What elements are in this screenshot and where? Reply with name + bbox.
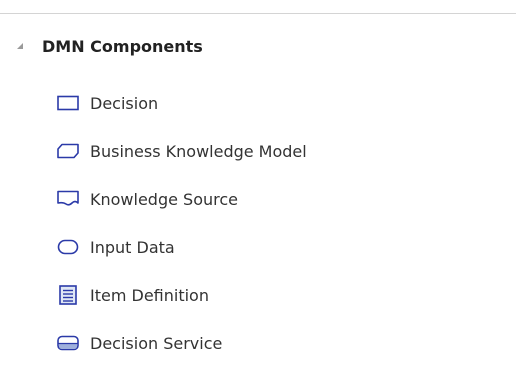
group-header-dmn-components[interactable]: DMN Components	[14, 30, 203, 62]
item-label: Decision	[90, 93, 159, 113]
item-label: Business Knowledge Model	[90, 141, 307, 161]
business-knowledge-model-icon	[56, 139, 80, 163]
toolbox-item-decision-service[interactable]: Decision Service	[56, 324, 307, 362]
top-divider	[0, 13, 516, 14]
toolbox-item-item-definition[interactable]: Item Definition	[56, 276, 307, 314]
decision-icon	[56, 91, 80, 115]
group-title: DMN Components	[42, 36, 203, 56]
toolbox-item-list: Decision Business Knowledge Model Knowle…	[56, 84, 307, 367]
toolbox-item-decision[interactable]: Decision	[56, 84, 307, 122]
toolbox-item-business-knowledge-model[interactable]: Business Knowledge Model	[56, 132, 307, 170]
item-label: Decision Service	[90, 333, 223, 353]
item-definition-icon	[56, 283, 80, 307]
input-data-icon	[56, 235, 80, 259]
knowledge-source-icon	[56, 187, 80, 211]
collapse-triangle-icon[interactable]	[14, 40, 26, 52]
toolbox-item-knowledge-source[interactable]: Knowledge Source	[56, 180, 307, 218]
item-label: Input Data	[90, 237, 175, 257]
item-label: Item Definition	[90, 285, 209, 305]
toolbox-panel: DMN Components Decision Business Knowled…	[0, 0, 516, 367]
item-label: Knowledge Source	[90, 189, 238, 209]
toolbox-item-input-data[interactable]: Input Data	[56, 228, 307, 266]
decision-service-icon	[56, 331, 80, 355]
